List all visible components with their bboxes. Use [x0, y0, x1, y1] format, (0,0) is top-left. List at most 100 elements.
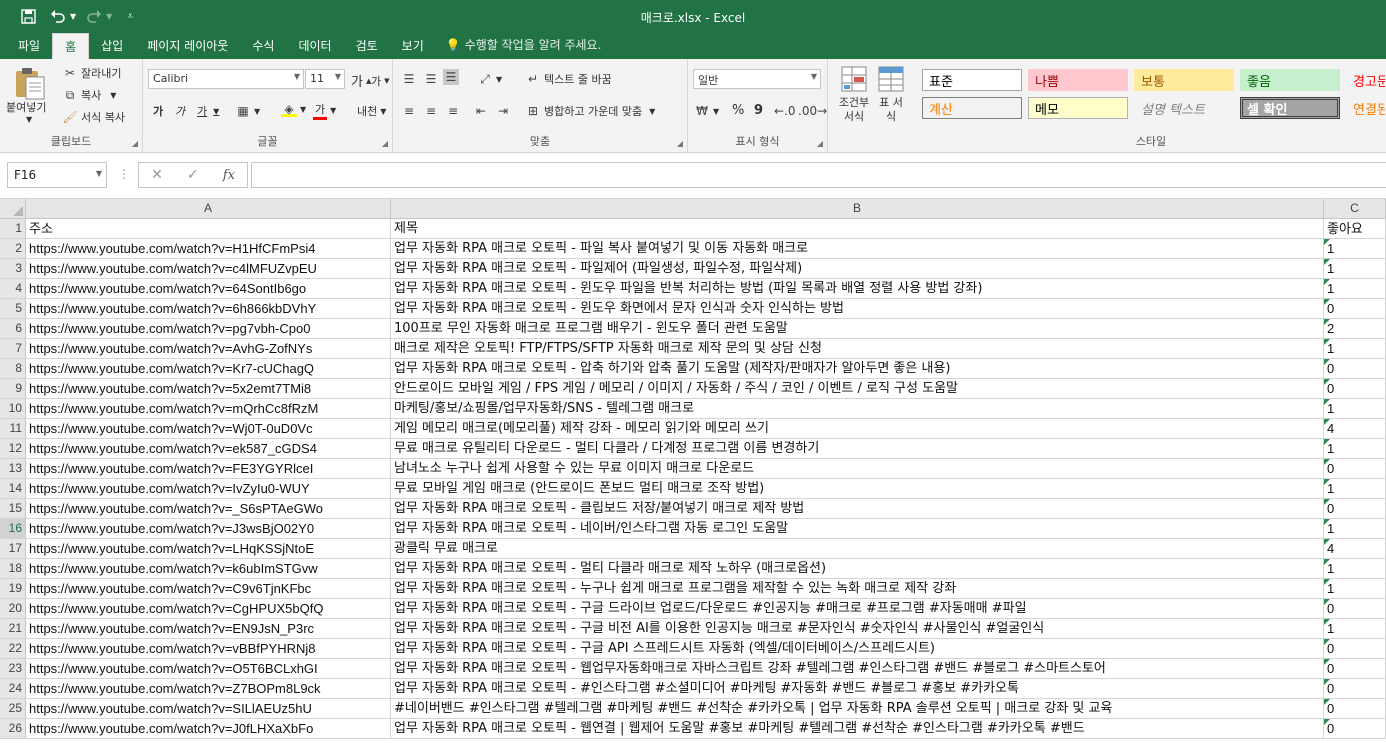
url-cell[interactable]: https://www.youtube.com/watch?v=SILlAEUz…	[26, 699, 391, 719]
title-cell[interactable]: 안드로이드 모바일 게임 / FPS 게임 / 메모리 / 이미지 / 자동화 …	[391, 379, 1324, 399]
column-header-c[interactable]: C	[1324, 199, 1386, 219]
tab-review[interactable]: 검토	[344, 33, 390, 59]
row-header[interactable]: 13	[0, 459, 26, 479]
url-cell[interactable]: https://www.youtube.com/watch?v=IvZyIu0-…	[26, 479, 391, 499]
shrink-font-button[interactable]: 가 ▼	[371, 73, 390, 89]
title-cell[interactable]: 남녀노소 누구나 쉽게 사용할 수 있는 무료 이미지 매크로 다운로드	[391, 459, 1324, 479]
insert-function-icon[interactable]: fx	[223, 168, 235, 183]
style-explanatory[interactable]: 설명 텍스트	[1134, 97, 1234, 119]
title-cell[interactable]: 업무 자동화 RPA 매크로 오토픽 - 파일제어 (파일생성, 파일수정, 파…	[391, 259, 1324, 279]
tab-insert[interactable]: 삽입	[89, 33, 135, 59]
row-header[interactable]: 20	[0, 599, 26, 619]
decrease-decimal-button[interactable]: .00→	[798, 103, 827, 119]
percent-button[interactable]: %	[732, 103, 744, 118]
row-header[interactable]: 24	[0, 679, 26, 699]
cancel-icon[interactable]: ✕	[151, 167, 163, 183]
row-header[interactable]: 17	[0, 539, 26, 559]
title-cell[interactable]: 업무 자동화 RPA 매크로 오토픽 - 누구나 쉽게 매크로 프로그램을 제작…	[391, 579, 1324, 599]
name-box[interactable]: F16 ▼	[7, 162, 107, 188]
italic-button[interactable]: 가	[175, 103, 185, 119]
cell-b1[interactable]: 제목	[391, 219, 1324, 239]
url-cell[interactable]: https://www.youtube.com/watch?v=5x2emt7T…	[26, 379, 391, 399]
url-cell[interactable]: https://www.youtube.com/watch?v=mQrhCc8f…	[26, 399, 391, 419]
likes-cell[interactable]: 1	[1324, 259, 1386, 279]
likes-cell[interactable]: 1	[1324, 339, 1386, 359]
likes-cell[interactable]: 1	[1324, 619, 1386, 639]
title-cell[interactable]: 업무 자동화 RPA 매크로 오토픽 - 네이버/인스타그램 자동 로그인 도움…	[391, 519, 1324, 539]
likes-cell[interactable]: 0	[1324, 299, 1386, 319]
row-header[interactable]: 3	[0, 259, 26, 279]
accounting-format-button[interactable]: ₩ ▼	[694, 103, 719, 119]
likes-cell[interactable]: 0	[1324, 699, 1386, 719]
cell-a1[interactable]: 주소	[26, 219, 391, 239]
bold-button[interactable]: 가	[153, 103, 163, 119]
url-cell[interactable]: https://www.youtube.com/watch?v=pg7vbh-C…	[26, 319, 391, 339]
likes-cell[interactable]: 1	[1324, 579, 1386, 599]
style-good[interactable]: 좋음	[1240, 69, 1340, 91]
orientation-button[interactable]: ⤢ ▼	[477, 71, 502, 87]
align-center-button[interactable]: ≡	[423, 103, 439, 119]
likes-cell[interactable]: 1	[1324, 239, 1386, 259]
row-header[interactable]: 10	[0, 399, 26, 419]
grow-font-button[interactable]: 가 ▲	[351, 71, 371, 90]
number-format-combo[interactable]: 일반 ▼	[693, 69, 821, 89]
formula-bar-grip-icon[interactable]: ⋮	[118, 167, 130, 181]
underline-button[interactable]: 가 ▼	[197, 103, 219, 119]
title-cell[interactable]: 무료 모바일 게임 매크로 (안드로이드 폰보드 멀티 매크로 조작 방법)	[391, 479, 1324, 499]
align-left-button[interactable]: ≡	[401, 103, 417, 119]
url-cell[interactable]: https://www.youtube.com/watch?v=LHqKSSjN…	[26, 539, 391, 559]
url-cell[interactable]: https://www.youtube.com/watch?v=H1HfCFmP…	[26, 239, 391, 259]
increase-decimal-button[interactable]: ←.0	[774, 103, 796, 119]
select-all-button[interactable]	[0, 199, 26, 219]
row-header[interactable]: 7	[0, 339, 26, 359]
likes-cell[interactable]: 0	[1324, 679, 1386, 699]
column-header-b[interactable]: B	[391, 199, 1324, 219]
style-linked-cell[interactable]: 연결된	[1346, 97, 1386, 119]
tab-home[interactable]: 홈	[52, 33, 90, 59]
row-header[interactable]: 12	[0, 439, 26, 459]
title-cell[interactable]: 업무 자동화 RPA 매크로 오토픽 - 클립보드 저장/붙여넣기 매크로 제작…	[391, 499, 1324, 519]
url-cell[interactable]: https://www.youtube.com/watch?v=EN9JsN_P…	[26, 619, 391, 639]
tab-page-layout[interactable]: 페이지 레이아웃	[135, 33, 240, 59]
url-cell[interactable]: https://www.youtube.com/watch?v=_S6sPTAe…	[26, 499, 391, 519]
formula-input[interactable]	[251, 162, 1386, 188]
url-cell[interactable]: https://www.youtube.com/watch?v=Kr7-cUCh…	[26, 359, 391, 379]
likes-cell[interactable]: 1	[1324, 519, 1386, 539]
comma-style-button[interactable]: 9	[754, 103, 763, 118]
paste-dropdown-icon[interactable]: ▼	[26, 115, 32, 124]
format-painter-button[interactable]: 🖌 서식 복사	[62, 109, 125, 125]
row-header[interactable]: 9	[0, 379, 26, 399]
title-cell[interactable]: 마케팅/홍보/쇼핑몰/업무자동화/SNS - 텔레그램 매크로	[391, 399, 1324, 419]
likes-cell[interactable]: 1	[1324, 399, 1386, 419]
title-cell[interactable]: 100프로 무인 자동화 매크로 프로그램 배우기 - 윈도우 폴더 관련 도움…	[391, 319, 1324, 339]
likes-cell[interactable]: 1	[1324, 479, 1386, 499]
paste-button[interactable]: 붙여넣기	[6, 99, 46, 115]
row-header[interactable]: 21	[0, 619, 26, 639]
likes-cell[interactable]: 4	[1324, 539, 1386, 559]
font-color-button[interactable]: 가 ▼	[313, 101, 336, 120]
enter-icon[interactable]: ✓	[187, 167, 199, 183]
row-header[interactable]: 4	[0, 279, 26, 299]
url-cell[interactable]: https://www.youtube.com/watch?v=Wj0T-0uD…	[26, 419, 391, 439]
url-cell[interactable]: https://www.youtube.com/watch?v=AvhG-Zof…	[26, 339, 391, 359]
likes-cell[interactable]: 0	[1324, 459, 1386, 479]
likes-cell[interactable]: 0	[1324, 499, 1386, 519]
tell-me-box[interactable]: 💡 수행할 작업을 알려 주세요.	[436, 32, 610, 59]
tab-formulas[interactable]: 수식	[240, 33, 286, 59]
likes-cell[interactable]: 1	[1324, 559, 1386, 579]
likes-cell[interactable]: 0	[1324, 599, 1386, 619]
decrease-indent-button[interactable]: ⇤	[473, 103, 489, 119]
align-top-button[interactable]: ☰	[401, 71, 417, 87]
style-normal[interactable]: 표준	[922, 69, 1022, 91]
font-size-combo[interactable]: 11 ▼	[305, 69, 345, 89]
row-header[interactable]: 26	[0, 719, 26, 739]
url-cell[interactable]: https://www.youtube.com/watch?v=k6ubImST…	[26, 559, 391, 579]
title-cell[interactable]: 업무 자동화 RPA 매크로 오토픽 - 구글 비전 AI를 이용한 인공지능 …	[391, 619, 1324, 639]
url-cell[interactable]: https://www.youtube.com/watch?v=vBBfPYHR…	[26, 639, 391, 659]
style-bad[interactable]: 나쁨	[1028, 69, 1128, 91]
likes-cell[interactable]: 0	[1324, 359, 1386, 379]
url-cell[interactable]: https://www.youtube.com/watch?v=J0fLHXaX…	[26, 719, 391, 739]
tab-file[interactable]: 파일	[6, 33, 52, 59]
style-note[interactable]: 메모	[1028, 97, 1128, 119]
title-cell[interactable]: 광클릭 무료 매크로	[391, 539, 1324, 559]
